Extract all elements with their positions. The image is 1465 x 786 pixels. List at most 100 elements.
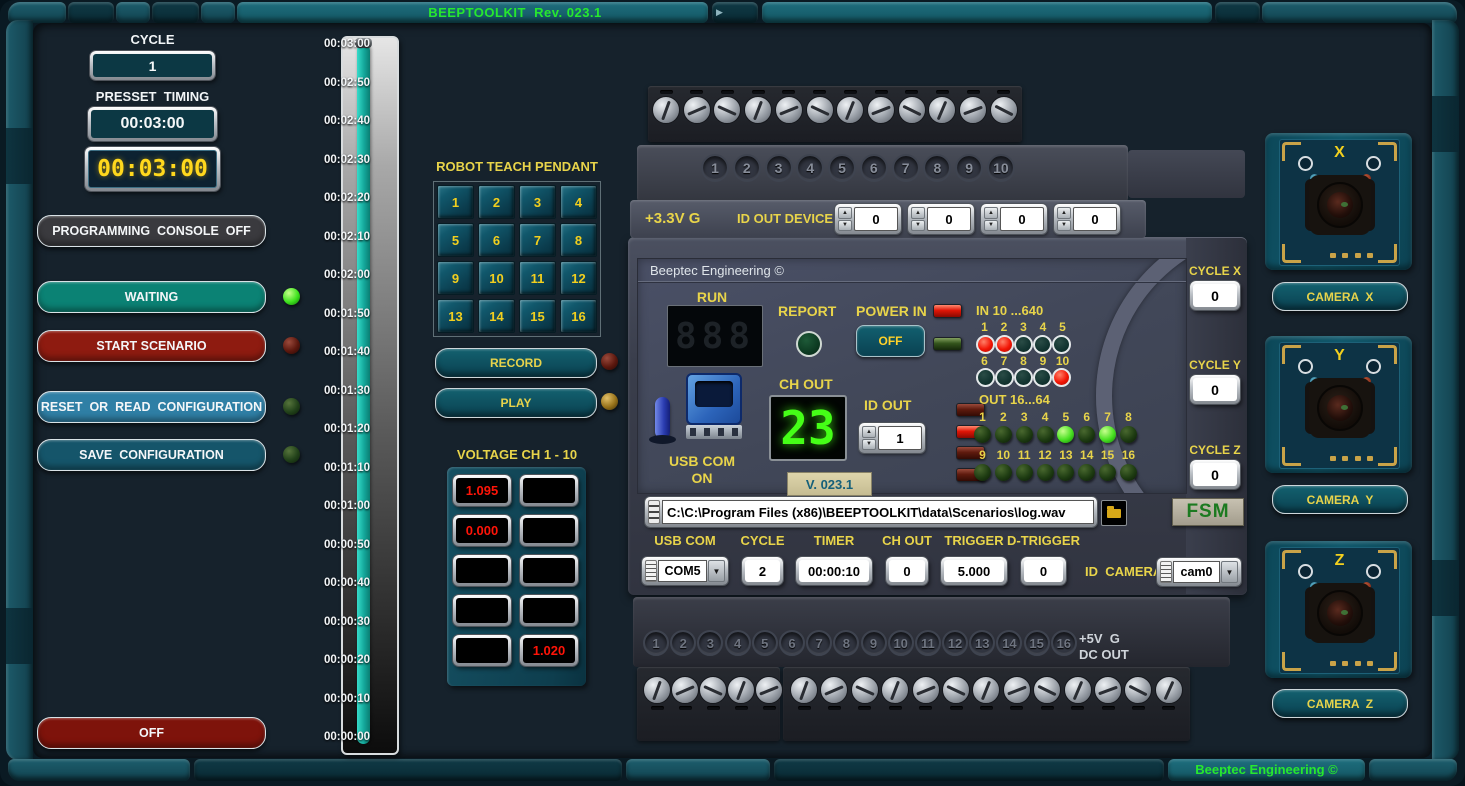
record-button[interactable]: RECORD [435, 348, 597, 378]
reset-or-read-configuration-button[interactable]: RESET OR READ CONFIGURATION [37, 391, 266, 423]
waiting-button[interactable]: WAITING [37, 281, 266, 313]
pendant-key-8[interactable]: 8 [560, 223, 597, 257]
pendant-key-12[interactable]: 12 [560, 261, 597, 295]
device-top-ports: 12345678910 [701, 154, 1015, 182]
out-label-5: 5 [1057, 410, 1074, 424]
timeline-tick: 00:01:50 [324, 308, 386, 320]
timeline-tick: 00:02:40 [324, 115, 386, 127]
top-port-7: 7 [892, 154, 920, 182]
ch-out-input[interactable]: 0 [886, 557, 928, 585]
pendant-key-7[interactable]: 7 [519, 223, 556, 257]
pendant-key-5[interactable]: 5 [437, 223, 474, 257]
cycle-y-display: 0 [1190, 375, 1240, 404]
terminal-screw [643, 676, 671, 704]
frame-segment [626, 759, 770, 781]
save-configuration-button[interactable]: SAVE CONFIGURATION [37, 439, 266, 471]
cycle-x-display: 0 [1190, 281, 1240, 310]
out-leds-row2 [974, 464, 1137, 481]
fsm-button[interactable]: FSM [1172, 498, 1244, 526]
camera-y-id-label: Y [1280, 347, 1399, 365]
camera-x-id-label: X [1280, 144, 1399, 162]
pendant-key-13[interactable]: 13 [437, 299, 474, 333]
voltage-display-10: 1.020 [520, 635, 578, 666]
start-scenario-button[interactable]: START SCENARIO [37, 330, 266, 362]
cycle-x-label: CYCLE X [1185, 264, 1245, 278]
beeptoolkit-window: BEEPTOOLKIT Rev. 023.1 ▶ Beeptec Enginee… [0, 0, 1465, 786]
presset-timing-display[interactable]: 00:03:00 [88, 107, 217, 141]
terminal-slot [690, 90, 703, 94]
spin-down-icon[interactable]: ▼ [911, 220, 925, 232]
in-led [976, 335, 995, 354]
dropdown-arrow-icon[interactable]: ▼ [708, 560, 725, 582]
voltage-display-7 [453, 595, 511, 626]
terminal-screw [1003, 676, 1031, 704]
timeline-tick: 00:01:00 [324, 500, 386, 512]
out-label-8: 8 [1120, 410, 1137, 424]
spin-up-icon[interactable]: ▲ [911, 207, 925, 219]
id-out-device-spinner-4[interactable]: ▲ ▼ 0 [1054, 204, 1120, 234]
id-camera-combo[interactable]: cam0 ▼ [1157, 558, 1241, 586]
timeline-tick: 00:00:20 [324, 654, 386, 666]
browse-folder-button[interactable] [1101, 500, 1127, 526]
cycle-display[interactable]: 1 [90, 51, 215, 80]
usb-com-combo[interactable]: COM5 ▼ [642, 557, 728, 585]
pendant-key-4[interactable]: 4 [560, 185, 597, 219]
camera-x-button[interactable]: CAMERA X [1272, 282, 1408, 311]
pendant-key-10[interactable]: 10 [478, 261, 515, 295]
spin-down-icon[interactable]: ▼ [862, 439, 876, 451]
pendant-key-14[interactable]: 14 [478, 299, 515, 333]
spin-down-icon[interactable]: ▼ [984, 220, 998, 232]
pendant-key-15[interactable]: 15 [519, 299, 556, 333]
in-led [1052, 368, 1071, 387]
pendant-key-3[interactable]: 3 [519, 185, 556, 219]
id-out-spinner[interactable]: ▲ ▼ 1 [859, 423, 925, 453]
in-led [1033, 335, 1052, 354]
terminal-slot [1071, 706, 1084, 710]
frame-notch [1432, 96, 1459, 152]
scenario-path-control[interactable]: C:\C:\Program Files (x86)\BEEPTOOLKIT\da… [645, 497, 1097, 527]
spin-down-icon[interactable]: ▼ [838, 220, 852, 232]
camera-z-button[interactable]: CAMERA Z [1272, 689, 1408, 718]
trigger-input[interactable]: 5.000 [941, 557, 1007, 585]
camera-y-button[interactable]: CAMERA Y [1272, 485, 1408, 514]
cycle-input[interactable]: 2 [742, 557, 783, 585]
device-off-button[interactable]: OFF [856, 325, 925, 357]
off-button[interactable]: OFF [37, 717, 266, 749]
spin-up-icon[interactable]: ▲ [1057, 207, 1071, 219]
cycle-value: 1 [93, 54, 212, 77]
path-icon [648, 500, 660, 524]
expander-arrow-icon[interactable]: ▶ [716, 7, 723, 18]
terminal-slot [967, 90, 980, 94]
spin-up-icon[interactable]: ▲ [984, 207, 998, 219]
d-trigger-input[interactable]: 0 [1021, 557, 1066, 585]
pendant-key-2[interactable]: 2 [478, 185, 515, 219]
programming-console-button[interactable]: PROGRAMMING CONSOLE OFF [37, 215, 266, 247]
pendant-key-9[interactable]: 9 [437, 261, 474, 295]
id-out-device-spinner-2[interactable]: ▲ ▼ 0 [908, 204, 974, 234]
in-leds-row1 [976, 335, 1071, 354]
d-trigger-label: D-TRIGGER [984, 533, 1104, 548]
spin-up-icon[interactable]: ▲ [838, 207, 852, 219]
in-led [1014, 335, 1033, 354]
in-label-4: 4 [1035, 320, 1052, 334]
spin-up-icon[interactable]: ▲ [862, 426, 876, 438]
spin-down-icon[interactable]: ▼ [1057, 220, 1071, 232]
pendant-key-11[interactable]: 11 [519, 261, 556, 295]
frame-notch [6, 608, 33, 664]
version-tab: V. 023.1 [787, 472, 872, 496]
power-toggle[interactable] [655, 397, 670, 439]
id-out-device-spinner-1[interactable]: ▲ ▼ 0 [835, 204, 901, 234]
terminal-screw [990, 96, 1018, 124]
dropdown-arrow-icon[interactable]: ▼ [1221, 561, 1238, 583]
pendant-key-6[interactable]: 6 [478, 223, 515, 257]
cycle-label: CYCLE [60, 32, 245, 47]
pendant-key-16[interactable]: 16 [560, 299, 597, 333]
pendant-key-1[interactable]: 1 [437, 185, 474, 219]
out-label-16: 16 [1120, 448, 1137, 462]
play-button[interactable]: PLAY [435, 388, 597, 418]
terminal-slot [1041, 706, 1054, 710]
camera-z-lens-icon [1309, 583, 1371, 643]
out-led [995, 464, 1012, 481]
timer-input[interactable]: 00:00:10 [796, 557, 872, 585]
id-out-device-spinner-3[interactable]: ▲ ▼ 0 [981, 204, 1047, 234]
